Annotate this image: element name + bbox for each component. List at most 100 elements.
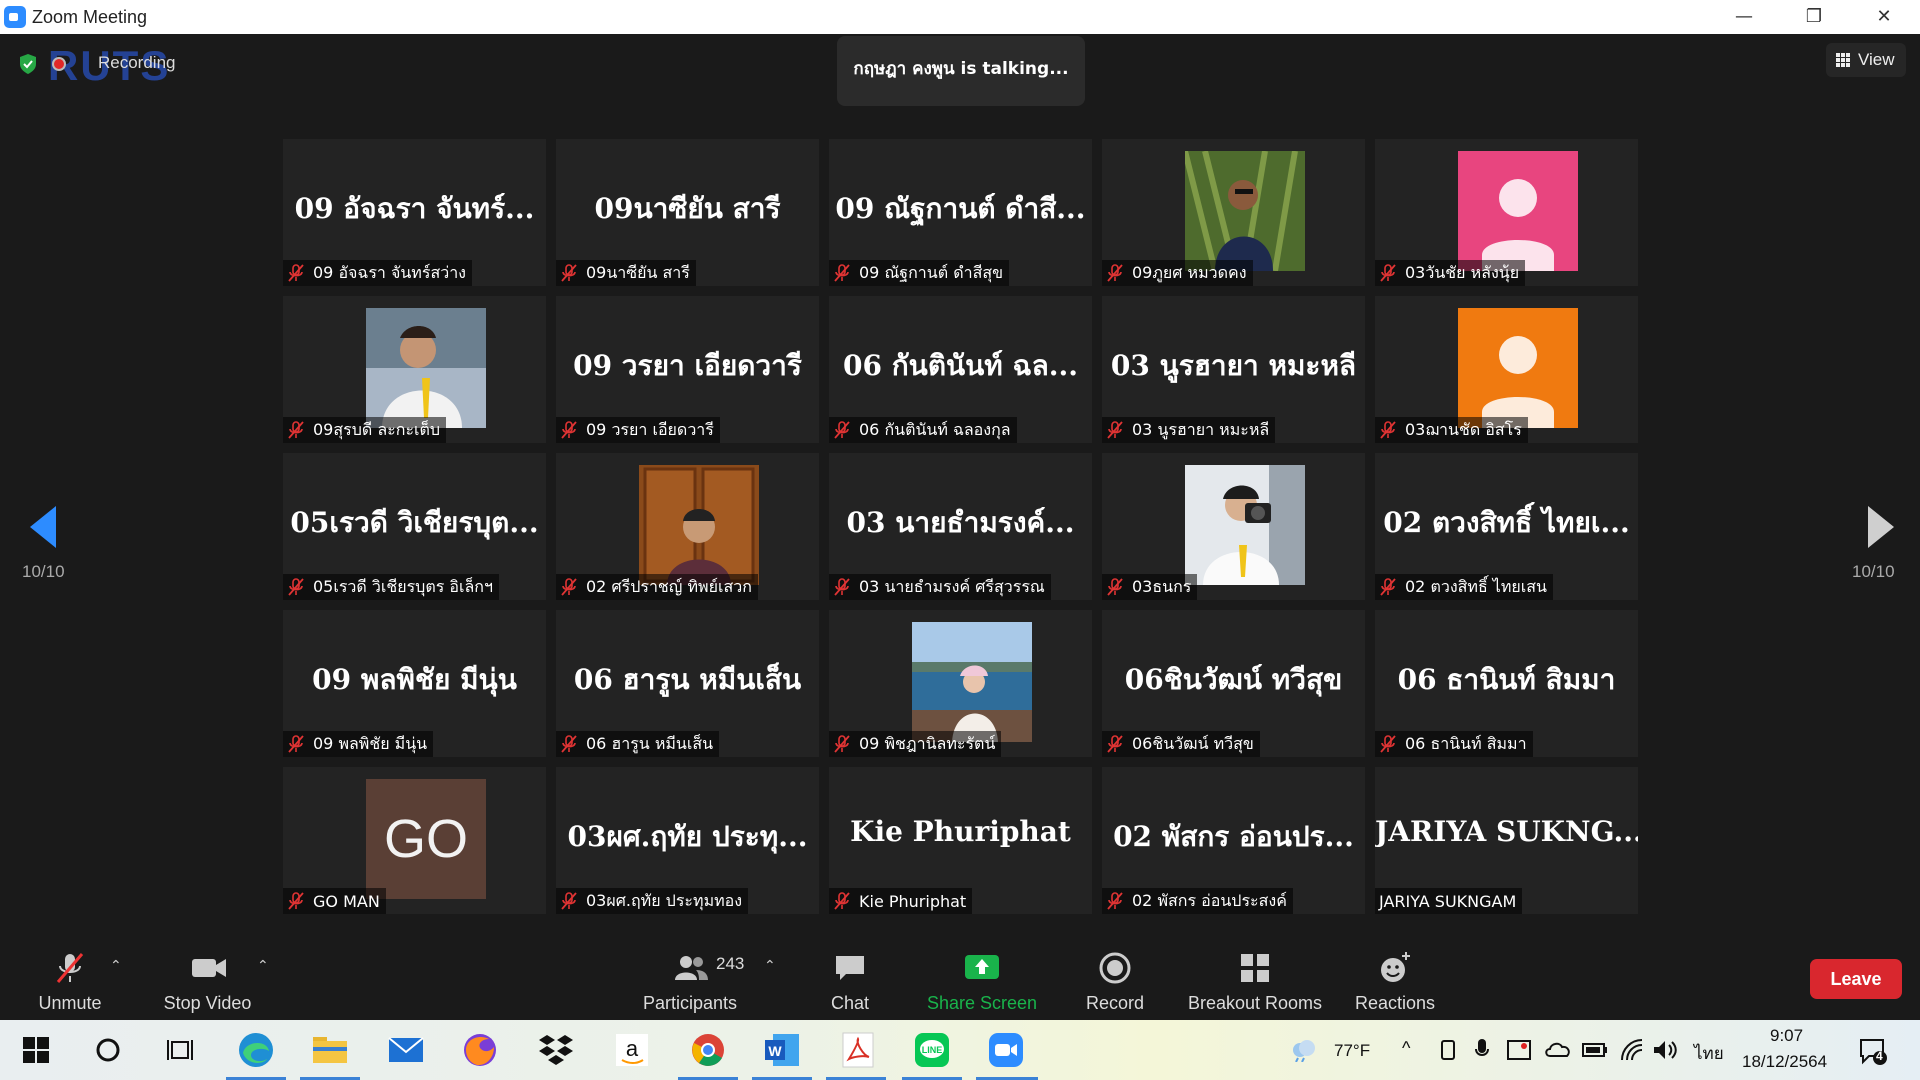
share-screen-button[interactable]: Share Screen — [920, 940, 1044, 1020]
participant-tile[interactable]: 09สุรบดี ละกะเต็บ — [283, 296, 546, 443]
participant-name: 03ฌานชัด อิสโร — [1405, 419, 1522, 439]
participant-tile[interactable]: 09 อัจฉรา จันทร์... 09 อัจฉรา จันทร์สว่าง — [283, 139, 546, 286]
initials-avatar: GO — [366, 779, 486, 899]
battery-icon[interactable] — [1582, 1042, 1608, 1058]
participant-tile[interactable]: 09 พลพิชัย มีนุ่น 09 พลพิชัย มีนุ่น — [283, 610, 546, 757]
gallery-grid: 09 อัจฉรา จันทร์... 09 อัจฉรา จันทร์สว่าง… — [283, 139, 1638, 914]
breakout-rooms-button[interactable]: Breakout Rooms — [1185, 940, 1325, 1020]
participant-display-name: 03 นูรฮายา หมะหลี — [1110, 349, 1357, 382]
participant-display-name: Kie Phuriphat — [850, 815, 1071, 848]
recording-dot-icon — [52, 57, 66, 71]
mic-muted-icon — [561, 264, 577, 282]
acrobat-icon[interactable] — [826, 1028, 886, 1080]
share-screen-icon — [965, 955, 999, 979]
participant-name-label: 02 ตวงสิทธิ์ ไทยเสน — [1375, 574, 1553, 600]
leave-meeting-button[interactable]: Leave — [1810, 959, 1902, 999]
participant-tile[interactable]: 03 นายธำมรงค์... 03 นายธำมรงค์ ศรีสุวรรณ — [829, 453, 1092, 600]
participant-name-label: 09สุรบดี ละกะเต็บ — [283, 417, 447, 443]
stop-video-button[interactable]: Stop Video — [155, 940, 260, 1020]
participant-tile[interactable]: GO GO MAN — [283, 767, 546, 914]
search-circle-icon[interactable] — [86, 1028, 130, 1072]
participant-tile[interactable]: Kie Phuriphat Kie Phuriphat — [829, 767, 1092, 914]
wifi-icon[interactable] — [1620, 1038, 1644, 1062]
participant-tile[interactable]: 05เรวดี วิเชียรบุต... 05เรวดี วิเชียรบุตร… — [283, 453, 546, 600]
zoom-taskbar-icon[interactable] — [976, 1028, 1038, 1080]
task-view-icon[interactable] — [158, 1028, 202, 1072]
participant-tile[interactable]: 03ฌานชัด อิสโร — [1375, 296, 1638, 443]
audio-options-caret-icon[interactable]: ⌃ — [110, 958, 122, 974]
participant-tile[interactable]: 03 นูรฮายา หมะหลี 03 นูรฮายา หมะหลี — [1102, 296, 1365, 443]
microphone-tray-icon[interactable] — [1474, 1037, 1490, 1063]
participants-button[interactable]: 243 Participants — [640, 940, 744, 1020]
previous-page-arrow-icon[interactable] — [22, 502, 72, 552]
security-shield-icon[interactable] — [18, 53, 38, 75]
pen-tablet-icon[interactable] — [1438, 1038, 1458, 1062]
dropbox-icon[interactable] — [534, 1028, 578, 1072]
file-explorer-icon[interactable] — [300, 1028, 360, 1080]
participant-name-label: 02 ศรีปราชญ์ ทิพย์เสวก — [556, 574, 758, 600]
firefox-icon[interactable] — [458, 1028, 502, 1072]
unmute-button[interactable]: Unmute — [20, 940, 120, 1020]
clock-time[interactable]: 9:07 — [1770, 1026, 1803, 1046]
minimize-button[interactable]: — — [1710, 0, 1778, 34]
participant-tile[interactable]: 02 ตวงสิทธิ์ ไทยเ... 02 ตวงสิทธิ์ ไทยเสน — [1375, 453, 1638, 600]
participant-tile[interactable]: 06 ฮารูน หมีนเส็น 06 ฮารูน หมีนเส็น — [556, 610, 819, 757]
chrome-icon[interactable] — [678, 1028, 738, 1080]
mail-icon[interactable] — [384, 1028, 428, 1072]
participant-display-name: 06 กันตินันท์ ฉล... — [843, 349, 1078, 382]
record-button[interactable]: Record — [1070, 940, 1160, 1020]
amazon-icon[interactable]: a — [610, 1028, 654, 1072]
participants-options-caret-icon[interactable]: ⌃ — [764, 958, 776, 974]
participant-tile[interactable]: 03ผศ.ฤทัย ประทุ... 03ผศ.ฤทัย ประทุมทอง — [556, 767, 819, 914]
participant-display-name: 03 นายธำมรงค์... — [846, 506, 1075, 539]
edge-browser-icon[interactable] — [226, 1028, 286, 1080]
chat-button[interactable]: Chat — [810, 940, 890, 1020]
participant-name-label: GO MAN — [283, 888, 386, 914]
default-avatar-icon — [1458, 308, 1578, 428]
reactions-button[interactable]: Reactions — [1345, 940, 1445, 1020]
participant-name: 03 นายธำมรงค์ ศรีสุวรรณ — [859, 576, 1045, 596]
word-icon[interactable]: W — [752, 1028, 812, 1080]
participant-tile[interactable]: 06ชินวัฒน์ ทวีสุข 06ชินวัฒน์ ทวีสุข — [1102, 610, 1365, 757]
mic-muted-icon — [561, 735, 577, 753]
onedrive-cloud-icon[interactable] — [1544, 1040, 1572, 1058]
participant-tile[interactable]: 03ธนกร — [1102, 453, 1365, 600]
participant-tile[interactable]: 06 กันตินันท์ ฉล... 06 กันตินันท์ ฉลองกุล — [829, 296, 1092, 443]
mic-muted-icon — [1380, 735, 1396, 753]
mic-muted-icon — [288, 578, 304, 596]
input-language-indicator[interactable]: ไทย — [1694, 1040, 1724, 1067]
participant-tile[interactable]: 09 วรยา เอียดวารี 09 วรยา เอียดวารี — [556, 296, 819, 443]
participant-tile[interactable]: 09ภูยศ หมวดคง — [1102, 139, 1365, 286]
view-button[interactable]: View — [1826, 43, 1906, 77]
participant-tile[interactable]: 02 ศรีปราชญ์ ทิพย์เสวก — [556, 453, 819, 600]
participant-tile[interactable]: JARIYA SUKNG... JARIYA SUKNGAM — [1375, 767, 1638, 914]
participant-name: Kie Phuriphat — [859, 891, 967, 911]
tray-overflow-caret-icon[interactable]: ^ — [1402, 1038, 1410, 1059]
participant-name-label: 09 วรยา เอียดวารี — [556, 417, 720, 443]
share-screen-label: Share Screen — [926, 993, 1038, 1013]
participant-display-name: 06 ธานินท์ สิมมา — [1397, 663, 1616, 696]
next-page-arrow-icon[interactable] — [1858, 502, 1908, 552]
participant-display-name: 02 พัสกร อ่อนปร... — [1113, 820, 1354, 853]
weather-temperature[interactable]: 77°F — [1334, 1041, 1370, 1061]
windows-start-icon[interactable] — [14, 1028, 58, 1072]
volume-icon[interactable] — [1652, 1038, 1678, 1062]
line-app-icon[interactable]: LINE — [902, 1028, 962, 1080]
participant-tile[interactable]: 02 พัสกร อ่อนปร... 02 พัสกร อ่อนประสงค์ — [1102, 767, 1365, 914]
participant-tile[interactable]: 06 ธานินท์ สิมมา 06 ธานินท์ สิมมา — [1375, 610, 1638, 757]
participant-tile[interactable]: 09นาซียัน สารี 09นาซียัน สารี — [556, 139, 819, 286]
participant-name: 02 ศรีปราชญ์ ทิพย์เสวก — [586, 576, 752, 596]
clock-date[interactable]: 18/12/2564 — [1742, 1052, 1827, 1072]
screen-capture-tray-icon[interactable] — [1506, 1038, 1532, 1062]
video-options-caret-icon[interactable]: ⌃ — [257, 958, 269, 974]
participant-tile[interactable]: 09 ณัฐกานต์ ดำสี... 09 ณัฐกานต์ ดำสีสุข — [829, 139, 1092, 286]
mic-muted-icon — [1380, 578, 1396, 596]
participant-tile[interactable]: 09 พิชฎานิลทะรัตน์ — [829, 610, 1092, 757]
participant-tile[interactable]: 03วันชัย หลังนุ้ย — [1375, 139, 1638, 286]
restore-button[interactable]: ❐ — [1780, 0, 1848, 34]
active-speaker-banner: กฤษฎา คงพูน is talking... — [837, 36, 1085, 106]
participant-name-label: 03 นายธำมรงค์ ศรีสุวรรณ — [829, 574, 1051, 600]
close-button[interactable]: ✕ — [1850, 0, 1918, 34]
notification-center-icon[interactable] — [1858, 1036, 1888, 1066]
default-avatar-icon — [1458, 151, 1578, 271]
